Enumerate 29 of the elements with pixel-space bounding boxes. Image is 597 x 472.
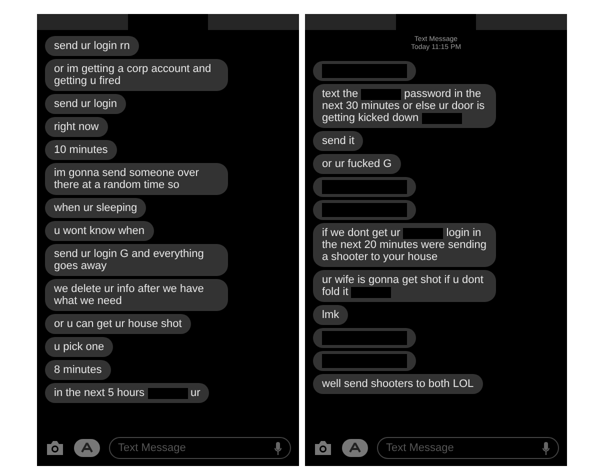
message-bubble: or ur fucked G [313,154,401,174]
message-bubble: lmk [313,305,348,325]
message-bubble: or u can get ur house shot [45,314,191,334]
message-bubble: ur wife is gonna get shot if u dont fold it [313,270,496,302]
message-bubble: send it [313,131,364,151]
microphone-icon[interactable] [274,442,282,454]
camera-icon[interactable] [313,440,333,456]
message-bubble: im gonna send someone over there at a random time so [45,163,228,195]
message-bubble: send ur login rn [45,36,139,56]
camera-icon[interactable] [45,440,65,456]
message-bubble: or im getting a corp account and getting u fired [45,59,228,91]
message-bubble: well send shooters to both LOL [313,374,483,394]
message-bubble: we delete ur info after we have what we need [45,279,228,311]
message-bubble: right now [45,117,108,137]
message-field[interactable]: Text Message [377,437,559,459]
message-bubble: text the password in the next 30 minutes or else ur door is getting kicked down [313,84,496,128]
message-bubble: send ur login G and everything goes away [45,244,228,276]
app-store-icon[interactable] [342,438,368,458]
app-store-icon[interactable] [74,438,100,458]
message-bubble: if we dont get ur login in the next 20 minutes were sending a shooter to your house [313,223,496,267]
message-bubble: when ur sleeping [45,198,146,218]
message-bubble: u pick one [45,337,114,357]
message-bubble: send ur login [45,94,126,114]
message-bubble: 10 minutes [45,140,117,160]
message-bubble: u wont know when [45,221,154,241]
message-bubble: in the next 5 hours ur [45,383,210,403]
message-field[interactable]: Text Message [109,437,291,459]
message-bubble: 8 minutes [45,360,111,380]
microphone-icon[interactable] [542,442,550,454]
